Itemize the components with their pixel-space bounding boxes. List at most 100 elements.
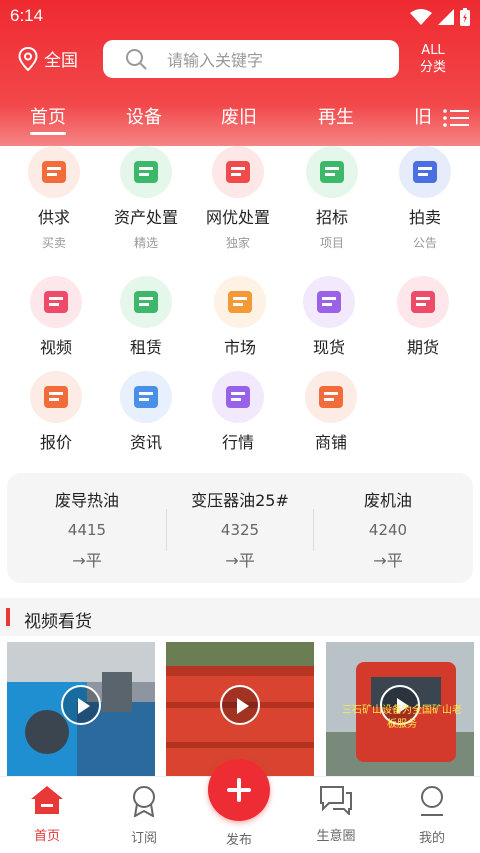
grid-item-label: 行情: [221, 433, 254, 452]
user-icon: [421, 786, 443, 816]
search-icon: [126, 49, 147, 70]
location-pin-icon: [18, 46, 38, 71]
quote-icon: [30, 371, 82, 423]
grid-item-label: 租赁: [129, 338, 162, 357]
supply-bag-icon: [28, 146, 80, 198]
nav-label: 首页: [33, 829, 60, 844]
tab-recycled[interactable]: 再生: [318, 103, 354, 129]
grid-item[interactable]: 市场: [195, 276, 285, 358]
grid-item[interactable]: 招标 项目: [287, 146, 377, 251]
price-item[interactable]: 变压器油25# 4325 →平: [165, 487, 315, 571]
futures-icon: [397, 276, 449, 328]
nav-business-circle[interactable]: 生意圈: [306, 785, 366, 844]
nav-label: 生意圈: [316, 829, 356, 844]
tab-menu-icon[interactable]: [443, 108, 469, 128]
price-panel[interactable]: 废导热油 4415 →平 变压器油25# 4325 →平 废机油 4240 →平: [7, 473, 473, 583]
price-trend: →平: [225, 551, 255, 570]
grid-item[interactable]: 报价: [11, 371, 101, 453]
price-name: 废机油: [363, 491, 412, 510]
grid-item[interactable]: 行情: [193, 371, 283, 453]
video-card[interactable]: [166, 642, 314, 776]
auction-hammer-icon: [399, 146, 451, 198]
price-value: 4415: [67, 521, 107, 539]
search-placeholder: 请输入关键字: [167, 51, 264, 70]
nav-profile[interactable]: 我的: [402, 785, 462, 846]
grid-item-label: 供求: [37, 208, 70, 227]
market-trend-icon: [212, 371, 264, 423]
price-trend: →平: [72, 551, 102, 570]
market-icon: [214, 276, 266, 328]
tab-home[interactable]: 首页: [30, 103, 66, 135]
category-tabs: 首页 设备 废旧 再生 旧: [0, 103, 480, 137]
status-time: 6:14: [10, 6, 44, 25]
grid-item-label: 资产处置: [113, 208, 178, 227]
asset-building-icon: [120, 146, 172, 198]
grid-item[interactable]: 拍卖 公告: [380, 146, 470, 251]
price-value: 4325: [220, 521, 260, 539]
category-label: 分类: [419, 60, 446, 75]
price-item[interactable]: 废导热油 4415 →平: [12, 487, 162, 571]
grid-item[interactable]: 租赁: [101, 276, 191, 358]
grid-item-sub: 精选: [133, 236, 158, 250]
tab-equipment[interactable]: 设备: [126, 103, 162, 129]
grid-item[interactable]: 资讯: [101, 371, 191, 453]
price-name: 废导热油: [54, 491, 119, 510]
grid-item-label: 市场: [223, 338, 256, 357]
shop-icon: [305, 371, 357, 423]
nav-label: 订阅: [130, 831, 157, 846]
grid-item-label: 现货: [312, 338, 345, 357]
video-caption: 三石矿山设备为全国矿山老板服务: [342, 705, 462, 730]
video-icon: [30, 276, 82, 328]
chat-bubbles-icon: [320, 786, 352, 817]
publish-button[interactable]: [208, 759, 270, 821]
grid-item-label: 报价: [39, 433, 72, 452]
location-selector[interactable]: 全国: [18, 46, 78, 71]
rental-tools-icon: [120, 276, 172, 328]
grid-item-sub: 买卖: [41, 236, 66, 250]
grid-item-label: 期货: [406, 338, 439, 357]
grid-item-label: 视频: [39, 338, 72, 357]
price-name: 变压器油25#: [191, 491, 289, 510]
network-disposal-icon: [212, 146, 264, 198]
grid-item-label: 招标: [315, 208, 348, 227]
home-content: 供求 买卖 资产处置 精选 网优处置 独家 招标 项目 拍卖 公告 视频 租赁 市场 现货 期货 报价 资讯 行情…: [0, 146, 480, 776]
video-card[interactable]: [7, 642, 155, 776]
status-icons: [410, 8, 470, 26]
price-item[interactable]: 废机油 4240 →平: [313, 487, 463, 571]
section-title: 视频看货: [24, 612, 92, 632]
location-label: 全国: [44, 51, 78, 71]
all-category-button[interactable]: ALL 分类: [412, 42, 454, 76]
grid-item[interactable]: 期货: [378, 276, 468, 358]
play-icon[interactable]: [61, 685, 101, 725]
grid-item[interactable]: 供求 买卖: [9, 146, 99, 251]
section-accent-bar: [6, 608, 10, 626]
ribbon-badge-icon: [133, 786, 155, 818]
grid-item-label: 网优处置: [205, 208, 270, 227]
battery-icon: [460, 8, 470, 26]
tab-used[interactable]: 旧: [414, 103, 432, 129]
nav-subscribe[interactable]: 订阅: [114, 785, 174, 846]
grid-item[interactable]: 现货: [284, 276, 374, 358]
nav-home[interactable]: 首页: [17, 785, 77, 844]
grid-item-sub: 公告: [412, 236, 437, 250]
status-bar: 6:14: [0, 0, 480, 34]
video-card[interactable]: 三石矿山设备为全国矿山老板服务: [326, 642, 474, 776]
grid-item-label: 资讯: [129, 433, 162, 452]
grid-item-label: 商铺: [314, 433, 347, 452]
home-icon: [31, 786, 63, 814]
grid-item[interactable]: 网优处置 独家: [193, 146, 283, 251]
grid-item[interactable]: 视频: [11, 276, 101, 358]
nav-label: 我的: [418, 831, 445, 846]
header: 6:14 全国 请输入关键字 ALL 分类 首页 设备 废旧 再生 旧: [0, 0, 480, 150]
signal-icon: [438, 9, 454, 25]
tab-scrap[interactable]: 废旧: [221, 103, 257, 129]
grid-item[interactable]: 资产处置 精选: [101, 146, 191, 251]
search-input[interactable]: 请输入关键字: [103, 40, 399, 78]
grid-item-label: 拍卖: [408, 208, 441, 227]
wifi-icon: [410, 9, 432, 25]
play-icon[interactable]: [220, 685, 260, 725]
price-trend: →平: [373, 551, 403, 570]
news-icon: [120, 371, 172, 423]
grid-item[interactable]: 商铺: [286, 371, 376, 453]
bid-target-icon: [306, 146, 358, 198]
